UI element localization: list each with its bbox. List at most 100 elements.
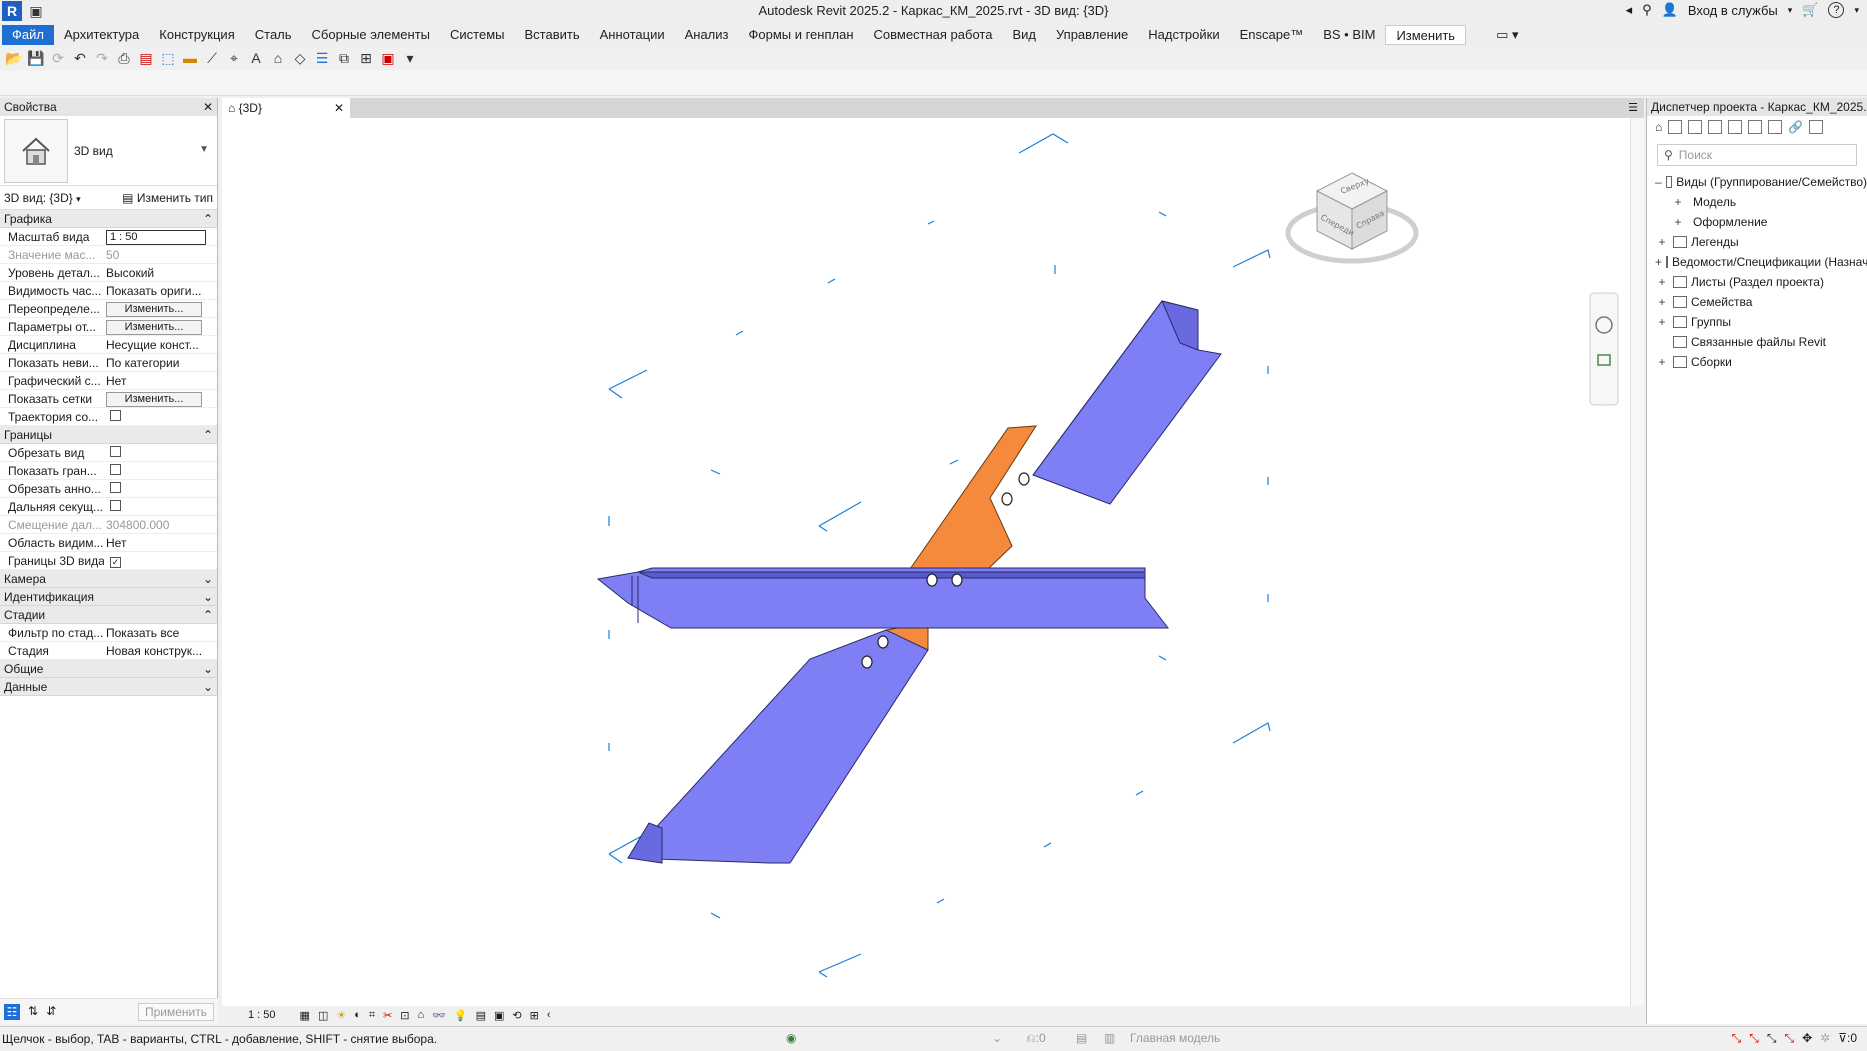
chevron-down-icon[interactable]: ▼ bbox=[199, 144, 209, 155]
crop-view-checkbox[interactable] bbox=[110, 445, 121, 457]
open-icon[interactable]: 📂 bbox=[5, 50, 22, 66]
group-data[interactable]: Данные ⌄ bbox=[0, 678, 217, 696]
drag-elements-icon[interactable]: ✥ bbox=[1802, 1031, 1812, 1046]
groups-icon[interactable] bbox=[1768, 120, 1783, 134]
expand-icon[interactable]: ⌄ bbox=[203, 680, 213, 694]
group-extents[interactable]: Границы ⌃ bbox=[0, 426, 217, 444]
group-graphics[interactable]: Графика ⌃ bbox=[0, 210, 217, 228]
tab-3d-view[interactable]: ⌂ {3D} ✕ bbox=[222, 98, 350, 118]
sync-icon[interactable]: ⟳ bbox=[50, 50, 66, 66]
revit-logo-icon[interactable]: R bbox=[2, 1, 22, 21]
group-camera[interactable]: Камера ⌄ bbox=[0, 570, 217, 588]
select-pinned-icon[interactable]: ⤡ bbox=[1767, 1031, 1777, 1046]
tab-file[interactable]: Файл bbox=[2, 25, 54, 45]
tab-modify[interactable]: Изменить bbox=[1385, 25, 1467, 45]
crop-region-visible-checkbox[interactable] bbox=[110, 463, 121, 475]
thin-lines-icon[interactable]: ☰ bbox=[314, 50, 330, 66]
tab-precast[interactable]: Сборные элементы bbox=[302, 25, 440, 45]
view-scale-label[interactable]: 1 : 50 bbox=[248, 1009, 276, 1021]
tab-massing[interactable]: Формы и генплан bbox=[738, 25, 863, 45]
close-hidden-icon[interactable]: ⧉ bbox=[336, 50, 352, 66]
customize-icon[interactable]: ▣ bbox=[380, 50, 396, 66]
edit-type-button[interactable]: ▤ Изменить тип bbox=[122, 191, 213, 205]
tab-analyze[interactable]: Анализ bbox=[675, 25, 739, 45]
navigation-bar[interactable] bbox=[1589, 292, 1619, 406]
select-links-icon[interactable]: ⤡ bbox=[1732, 1031, 1742, 1046]
expand-icon[interactable]: ⌄ bbox=[203, 662, 213, 676]
drawing-area[interactable]: Сверху Спереди Справа bbox=[222, 118, 1630, 1006]
tree-item[interactable]: + Семейства bbox=[1647, 292, 1867, 312]
signin-link[interactable]: Вход в службы bbox=[1688, 3, 1778, 18]
schedules-icon[interactable] bbox=[1708, 120, 1723, 134]
expand-icon[interactable]: ⌄ bbox=[203, 590, 213, 604]
expand-icon[interactable]: + bbox=[1655, 255, 1662, 269]
switch-windows-icon[interactable]: ⊞ bbox=[358, 50, 374, 66]
instance-filter[interactable]: 3D вид: {3D} ▾ bbox=[4, 191, 81, 205]
binoculars-icon[interactable]: ⚲ bbox=[1642, 2, 1652, 18]
tab-steel[interactable]: Сталь bbox=[245, 25, 302, 45]
select-by-face-icon[interactable]: ⤡ bbox=[1784, 1031, 1794, 1046]
close-icon[interactable]: ✕ bbox=[334, 101, 344, 115]
diagonal-angle-upper[interactable] bbox=[1032, 300, 1222, 505]
select-underlay-icon[interactable]: ⤡ bbox=[1749, 1031, 1759, 1046]
show-grids-button[interactable]: Изменить... bbox=[106, 391, 202, 407]
hidden-lines-value[interactable]: По категории bbox=[104, 356, 217, 370]
sort-za-icon[interactable]: ⇵ bbox=[46, 1004, 56, 1020]
vg-overrides-button[interactable]: Изменить... bbox=[106, 301, 202, 317]
expand-icon[interactable]: ⌄ bbox=[203, 572, 213, 586]
expand-icon[interactable]: + bbox=[1671, 195, 1685, 209]
analytical-icon[interactable]: ⟲ bbox=[512, 1009, 521, 1022]
tree-item[interactable]: + Модель bbox=[1647, 192, 1867, 212]
sheets-icon[interactable] bbox=[1728, 120, 1743, 134]
redo-icon[interactable]: ↷ bbox=[94, 50, 110, 66]
render-icon[interactable]: ⌗ bbox=[369, 1009, 375, 1022]
worksharing-icon[interactable]: ▣ bbox=[494, 1009, 504, 1022]
cart-icon[interactable]: 🛒 bbox=[1802, 2, 1818, 18]
background-process-icon[interactable]: ✲ bbox=[1820, 1031, 1830, 1046]
reveal-hidden-icon[interactable]: 💡 bbox=[454, 1009, 468, 1022]
tab-enscape[interactable]: Enscape™ bbox=[1230, 25, 1314, 45]
crop-region-icon[interactable]: ⊡ bbox=[400, 1009, 409, 1022]
workset-icon[interactable]: ◉ bbox=[786, 1031, 796, 1045]
save-icon[interactable]: 💾 bbox=[27, 50, 44, 66]
model-canvas[interactable]: Сверху Спереди Справа bbox=[222, 118, 1630, 1006]
expand-icon[interactable]: + bbox=[1655, 315, 1669, 329]
crop-view-icon[interactable]: ✂ bbox=[383, 1009, 392, 1022]
collapse-icon[interactable]: – bbox=[1655, 175, 1662, 189]
detail-level-value[interactable]: Высокий bbox=[104, 266, 217, 280]
assemblies-icon[interactable] bbox=[1809, 120, 1824, 134]
section-box-checkbox[interactable]: ✓ bbox=[110, 556, 121, 568]
undo-icon[interactable]: ↶ bbox=[72, 50, 88, 66]
type-selector[interactable]: 3D вид ▼ bbox=[0, 116, 217, 186]
expand-icon[interactable]: + bbox=[1655, 295, 1669, 309]
graphic-display-value[interactable]: Нет bbox=[104, 374, 217, 388]
group-general[interactable]: Общие ⌄ bbox=[0, 660, 217, 678]
tab-collaborate[interactable]: Совместная работа bbox=[864, 25, 1003, 45]
sort-az-icon[interactable]: ⇅ bbox=[28, 1004, 38, 1020]
chevron-down-icon[interactable]: ▾ bbox=[1788, 5, 1793, 16]
tab-addins[interactable]: Надстройки bbox=[1138, 25, 1229, 45]
expand-icon[interactable]: + bbox=[1655, 355, 1669, 369]
tree-item[interactable]: + Группы bbox=[1647, 312, 1867, 332]
expand-icon[interactable]: + bbox=[1655, 235, 1669, 249]
tree-item[interactable]: Связанные файлы Revit bbox=[1647, 332, 1867, 352]
tab-annotate[interactable]: Аннотации bbox=[590, 25, 675, 45]
modify-icon[interactable]: ⬚ bbox=[160, 50, 176, 66]
close-icon[interactable]: ✕ bbox=[203, 100, 213, 114]
tab-structure[interactable]: Конструкция bbox=[149, 25, 244, 45]
sun-path-icon[interactable]: ☀ bbox=[336, 1009, 346, 1022]
shadows-icon[interactable]: ◐ bbox=[354, 1009, 361, 1021]
visual-style-icon[interactable]: ◫ bbox=[318, 1009, 328, 1022]
tab-manage[interactable]: Управление bbox=[1046, 25, 1138, 45]
view-cube[interactable]: Сверху Спереди Справа bbox=[1285, 172, 1419, 264]
families-icon[interactable] bbox=[1748, 120, 1763, 134]
editable-icon[interactable]: ⎌:0 bbox=[1026, 1031, 1046, 1046]
far-clip-checkbox[interactable] bbox=[110, 499, 121, 511]
detail-level-icon[interactable]: ▦ bbox=[300, 1009, 310, 1022]
home-view-icon[interactable]: ⌂ bbox=[270, 50, 286, 66]
annotation-crop-checkbox[interactable] bbox=[110, 481, 121, 493]
tab-insert[interactable]: Вставить bbox=[515, 25, 590, 45]
horizontal-angle[interactable] bbox=[596, 567, 1170, 629]
tab-view[interactable]: Вид bbox=[1002, 25, 1046, 45]
tree-item[interactable]: + Сборки bbox=[1647, 352, 1867, 372]
